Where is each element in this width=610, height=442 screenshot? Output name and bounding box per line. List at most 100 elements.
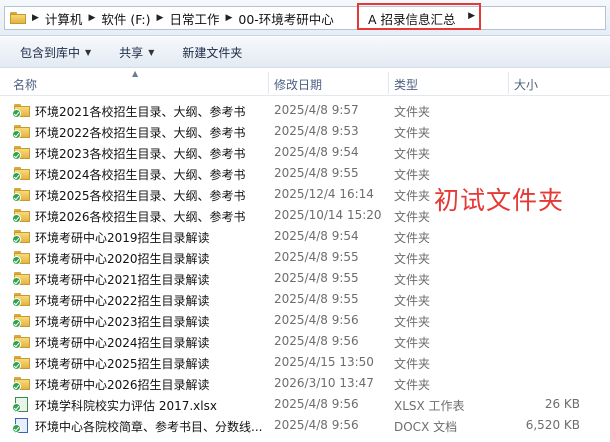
file-date: 2025/4/8 9:53 — [274, 124, 359, 138]
column-header-name[interactable]: 名称 — [13, 76, 37, 93]
breadcrumb-chevron-icon[interactable]: ▶ — [468, 11, 475, 21]
file-date: 2025/4/8 9:54 — [274, 229, 359, 243]
file-date: 2025/4/8 9:55 — [274, 271, 359, 285]
file-row[interactable]: 环境中心各院校简章、参考书目、分数线... 2025/4/8 9:56 DOCX 文… — [0, 415, 610, 436]
column-header-size[interactable]: 大小 — [514, 76, 538, 93]
xlsx-icon — [12, 397, 28, 412]
folder-icon — [12, 146, 30, 160]
folder-icon — [12, 314, 30, 328]
file-type: 文件夹 — [394, 378, 431, 392]
file-name: 环境考研中心2023招生目录解读 — [35, 315, 210, 329]
include-in-library-label: 包含到库中 — [20, 45, 81, 60]
file-row[interactable]: 环境2021各校招生目录、大纲、参考书 2025/4/8 9:57 文件夹 — [0, 100, 610, 121]
sync-check-icon — [12, 256, 21, 265]
file-type: 文件夹 — [394, 336, 431, 350]
file-row[interactable]: 环境2022各校招生目录、大纲、参考书 2025/4/8 9:53 文件夹 — [0, 121, 610, 142]
file-row[interactable]: 环境考研中心2023招生目录解读 2025/4/8 9:56 文件夹 — [0, 310, 610, 331]
column-divider[interactable] — [388, 72, 389, 94]
file-name: 环境2021各校招生目录、大纲、参考书 — [35, 105, 246, 119]
breadcrumb-computer[interactable]: 计算机 — [45, 9, 83, 28]
sync-check-icon — [12, 424, 21, 433]
file-name: 环境2025各校招生目录、大纲、参考书 — [35, 189, 246, 203]
docx-icon — [12, 418, 28, 433]
file-name: 环境2026各校招生目录、大纲、参考书 — [35, 210, 246, 224]
file-name: 环境2024各校招生目录、大纲、参考书 — [35, 168, 246, 182]
file-row[interactable]: 环境2023各校招生目录、大纲、参考书 2025/4/8 9:54 文件夹 — [0, 142, 610, 163]
sync-check-icon — [12, 109, 21, 118]
file-size: 6,520 KB — [525, 418, 580, 432]
file-type: 文件夹 — [394, 210, 431, 224]
address-bar[interactable]: ▶ 计算机 ▶ 软件 (F:) ▶ 日常工作 ▶ 00-环境考研中心 — [4, 6, 606, 30]
file-date: 2025/4/8 9:57 — [274, 103, 359, 117]
file-type: 文件夹 — [394, 105, 431, 119]
file-row[interactable]: 环境学科院校实力评估 2017.xlsx 2025/4/8 9:56 XLSX 工作… — [0, 394, 610, 415]
file-date: 2025/4/8 9:56 — [274, 334, 359, 348]
file-row[interactable]: 环境考研中心2026招生目录解读 2026/3/10 13:47 文件夹 — [0, 373, 610, 394]
file-row[interactable]: 环境考研中心2020招生目录解读 2025/4/8 9:55 文件夹 — [0, 247, 610, 268]
file-row[interactable]: 环境考研中心2024招生目录解读 2025/4/8 9:56 文件夹 — [0, 331, 610, 352]
folder-icon — [10, 12, 26, 24]
file-type: XLSX 工作表 — [394, 399, 465, 413]
sync-check-icon — [12, 340, 21, 349]
share-button[interactable]: 共享 ▼ — [119, 44, 154, 61]
breadcrumb-drive[interactable]: 软件 (F:) — [101, 9, 150, 28]
file-name: 环境考研中心2019招生目录解读 — [35, 231, 210, 245]
file-type: 文件夹 — [394, 315, 431, 329]
file-name: 环境2023各校招生目录、大纲、参考书 — [35, 147, 246, 161]
file-row[interactable]: 环境考研中心2022招生目录解读 2025/4/8 9:55 文件夹 — [0, 289, 610, 310]
breadcrumb-chevron-icon[interactable]: ▶ — [157, 13, 164, 23]
breadcrumb-daily-work[interactable]: 日常工作 — [169, 9, 219, 28]
sync-check-icon — [12, 193, 21, 202]
file-date: 2025/4/8 9:55 — [274, 166, 359, 180]
breadcrumb-chevron-icon[interactable]: ▶ — [225, 13, 232, 23]
file-date: 2025/4/8 9:55 — [274, 250, 359, 264]
column-header-date[interactable]: 修改日期 — [274, 76, 322, 93]
file-row[interactable]: 环境考研中心2021招生目录解读 2025/4/8 9:55 文件夹 — [0, 268, 610, 289]
new-folder-label: 新建文件夹 — [182, 45, 243, 60]
file-date: 2025/4/8 9:54 — [274, 145, 359, 159]
include-in-library-button[interactable]: 包含到库中 ▼ — [20, 44, 91, 61]
sync-check-icon — [12, 319, 21, 328]
folder-icon — [12, 230, 30, 244]
column-divider[interactable] — [508, 72, 509, 94]
breadcrumb-current-highlight[interactable]: A 招录信息汇总 ▶ — [357, 3, 481, 30]
file-type: 文件夹 — [394, 147, 431, 161]
file-date: 2025/12/4 16:14 — [274, 187, 374, 201]
sync-check-icon — [12, 298, 21, 307]
file-date: 2025/10/14 15:20 — [274, 208, 382, 222]
breadcrumb-center[interactable]: 00-环境考研中心 — [238, 9, 333, 28]
file-name: 环境学科院校实力评估 2017.xlsx — [35, 399, 217, 413]
file-date: 2025/4/8 9:55 — [274, 292, 359, 306]
folder-icon — [12, 251, 30, 265]
file-date: 2026/3/10 13:47 — [274, 376, 374, 390]
file-date: 2025/4/8 9:56 — [274, 313, 359, 327]
sync-check-icon — [12, 235, 21, 244]
sync-check-icon — [12, 277, 21, 286]
new-folder-button[interactable]: 新建文件夹 — [182, 44, 242, 61]
file-date: 2025/4/8 9:56 — [274, 418, 359, 432]
column-divider[interactable] — [268, 72, 269, 94]
file-type: 文件夹 — [394, 252, 431, 266]
sync-check-icon — [12, 382, 21, 391]
dropdown-arrow-icon: ▼ — [148, 47, 155, 57]
dropdown-arrow-icon: ▼ — [85, 47, 92, 57]
file-row[interactable]: 环境考研中心2019招生目录解读 2025/4/8 9:54 文件夹 — [0, 226, 610, 247]
file-name: 环境中心各院校简章、参考书目、分数线... — [35, 420, 263, 434]
breadcrumb-chevron-icon[interactable]: ▶ — [88, 13, 95, 23]
sync-check-icon — [12, 361, 21, 370]
folder-icon — [12, 335, 30, 349]
sync-check-icon — [12, 130, 21, 139]
folder-icon — [12, 167, 30, 181]
file-date: 2025/4/8 9:56 — [274, 397, 359, 411]
sync-check-icon — [12, 172, 21, 181]
folder-icon — [12, 104, 30, 118]
breadcrumb-chevron-icon[interactable]: ▶ — [32, 13, 39, 23]
folder-icon — [12, 188, 30, 202]
file-row[interactable]: 环境考研中心2025招生目录解读 2025/4/15 13:50 文件夹 — [0, 352, 610, 373]
column-header-type[interactable]: 类型 — [394, 76, 418, 93]
command-toolbar: 包含到库中 ▼ 共享 ▼ 新建文件夹 — [0, 37, 610, 68]
file-type: 文件夹 — [394, 168, 431, 182]
annotation-label: 初试文件夹 — [434, 186, 565, 215]
file-name: 环境考研中心2026招生目录解读 — [35, 378, 210, 392]
breadcrumb-current[interactable]: A 招录信息汇总 — [368, 9, 456, 28]
